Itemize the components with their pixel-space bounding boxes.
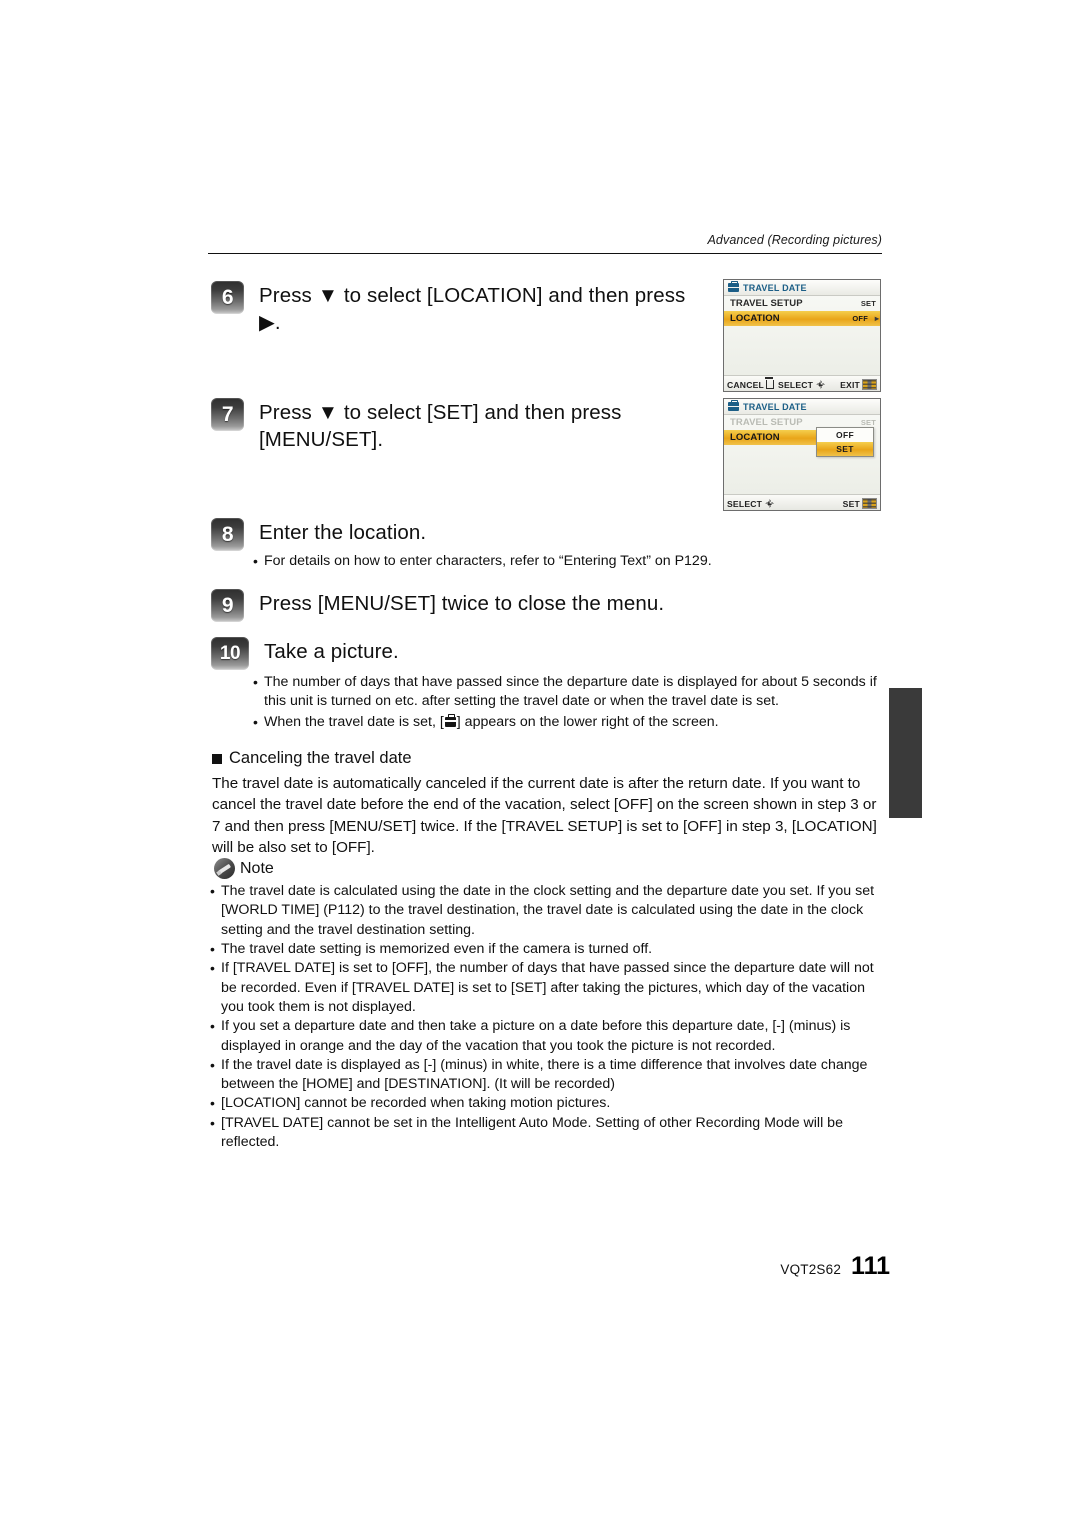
page-number: 111 [851,1252,890,1280]
step-8: 8 Enter the location. [211,518,771,551]
step-6-title: Press ▼ to select [LOCATION] and then pr… [259,284,686,335]
step-8-bullet-1: For details on how to enter characters, … [264,553,712,569]
note-heading-text: Note [240,859,274,877]
step-9-title: Press [MENU/SET] twice to close the menu… [259,592,665,615]
bullet-dot: • [210,960,215,977]
lcd1-row2-label: LOCATION [730,313,780,324]
cancel-section-paragraph: The travel date is automatically cancele… [212,775,877,856]
note-item-6: [LOCATION] cannot be recorded when takin… [221,1095,611,1112]
lcd2-row1-value: SET [860,418,876,427]
lcd2-body: TRAVEL SETUP SET LOCATION OFF SET [724,415,880,494]
lcd1-body: TRAVEL SETUP SET LOCATION OFF ▸ [724,296,880,375]
step-7-title: Press ▼ to select [SET] and then press [… [259,401,622,452]
note-item-5: If the travel date is displayed as [-] (… [221,1056,868,1093]
list-item: • [TRAVEL DATE] cannot be set in the Int… [210,1114,886,1153]
step-8-number: 8 [211,518,244,551]
bullet-dot: • [253,553,258,569]
list-item: • If you set a departure date and then t… [210,1017,886,1056]
header-divider [208,252,882,254]
step-8-bullets: • For details on how to enter characters… [253,552,873,572]
step-8-title: Enter the location. [259,521,427,544]
lcd2-set-label: SET [842,498,860,509]
bullet-dot: • [210,1095,215,1112]
lcd2-titlebar: TRAVEL DATE [724,399,880,415]
bullet-dot: • [210,1114,215,1131]
page-footer: VQT2S62 111 [780,1252,890,1281]
lcd1-row2-value: OFF [852,314,868,323]
lcd1-row-location[interactable]: LOCATION OFF ▸ [724,311,880,326]
list-item: • If [TRAVEL DATE] is set to [OFF], the … [210,959,886,1017]
list-item: • The travel date is calculated using th… [210,882,886,940]
bullet-dot: • [253,713,258,730]
header-section-label: Advanced (Recording pictures) [707,233,882,247]
cancel-section-heading: Canceling the travel date [212,749,412,768]
lcd2-row2-label: LOCATION [730,432,780,443]
suitcase-icon [728,280,739,292]
step-9-number: 9 [211,589,244,622]
cancel-section-heading-text: Canceling the travel date [229,749,412,767]
note-item-3: If [TRAVEL DATE] is set to [OFF], the nu… [221,960,874,1015]
step-10-bullets: • The number of days that have passed si… [253,673,878,733]
lcd2-title: TRAVEL DATE [743,401,807,412]
bullet-dot: • [210,883,215,899]
bullet-dot: • [210,940,215,957]
list-item: • For details on how to enter characters… [253,552,873,571]
four-way-cursor-icon [765,499,774,508]
note-item-7: [TRAVEL DATE] cannot be set in the Intel… [221,1114,843,1151]
step-6-number: 6 [211,281,244,314]
step-7-number: 7 [211,398,244,431]
lcd1-row1-value: SET [860,299,876,308]
suitcase-icon [728,399,739,411]
lcd2-row1-label: TRAVEL SETUP [730,417,803,428]
lcd1-row-travel-setup[interactable]: TRAVEL SETUP SET [724,296,880,311]
dropdown-option-set[interactable]: SET [817,442,873,456]
bullet-dot: • [210,1056,215,1073]
bullet-dot: • [253,674,258,690]
step-10-bullet-1: The number of days that have passed sinc… [264,674,877,710]
lcd1-row1-label: TRAVEL SETUP [730,298,803,309]
lcd-screenshot-1: TRAVEL DATE TRAVEL SETUP SET LOCATION OF… [723,279,881,392]
lcd2-dropdown[interactable]: OFF SET [816,427,874,457]
step-10-title: Take a picture. [264,640,399,663]
lcd1-titlebar: TRAVEL DATE [724,280,880,296]
step-9: 9 Press [MENU/SET] twice to close the me… [211,589,771,622]
list-item: • If the travel date is displayed as [-]… [210,1056,886,1095]
note-heading: Note [214,858,274,879]
note-item-2: The travel date setting is memorized eve… [221,940,653,957]
chevron-right-icon: ▸ [874,314,879,323]
menu-set-button-icon [862,498,877,509]
manual-page: Advanced (Recording pictures) 6 Press ▼ … [0,0,1080,1526]
square-bullet-icon [212,753,222,764]
lcd1-exit-label: EXIT [840,379,860,390]
note-item-4: If you set a departure date and then tak… [221,1018,851,1054]
bullet-dot: • [210,1018,215,1035]
note-item-1: The travel date is calculated using the … [221,883,875,938]
chapter-edge-tab [889,688,922,818]
page-header: Advanced (Recording pictures) [208,233,882,254]
lcd1-footer: CANCEL SELECT EXIT [724,375,880,391]
document-code: VQT2S62 [780,1262,842,1277]
four-way-cursor-icon [816,380,825,389]
list-item: • When the travel date is set, [] appear… [253,713,878,732]
list-item: • [LOCATION] cannot be recorded when tak… [210,1094,886,1113]
step-6: 6 Press ▼ to select [LOCATION] and then … [211,281,711,337]
lcd-screenshot-2: TRAVEL DATE TRAVEL SETUP SET LOCATION OF… [723,398,881,511]
step-10-bullet-2: When the travel date is set, [] appears … [264,713,719,730]
lcd2-select-label: SELECT [727,498,763,509]
pencil-note-icon [214,858,235,879]
travel-case-icon [444,713,456,727]
trash-icon [765,377,775,389]
dropdown-option-off[interactable]: OFF [817,428,873,442]
lcd2-footer: SELECT SET [724,494,880,510]
step-7: 7 Press ▼ to select [SET] and then press… [211,398,681,454]
lcd1-select-label: SELECT [778,379,814,390]
lcd1-title: TRAVEL DATE [743,282,807,293]
list-item: • The travel date setting is memorized e… [210,940,886,959]
note-list: • The travel date is calculated using th… [210,882,886,1152]
list-item: • The number of days that have passed si… [253,673,878,712]
menu-set-button-icon [862,379,877,390]
step-10-number: 10 [211,637,249,670]
step-10: 10 Take a picture. [211,637,771,670]
lcd1-cancel-label: CANCEL [727,379,765,390]
